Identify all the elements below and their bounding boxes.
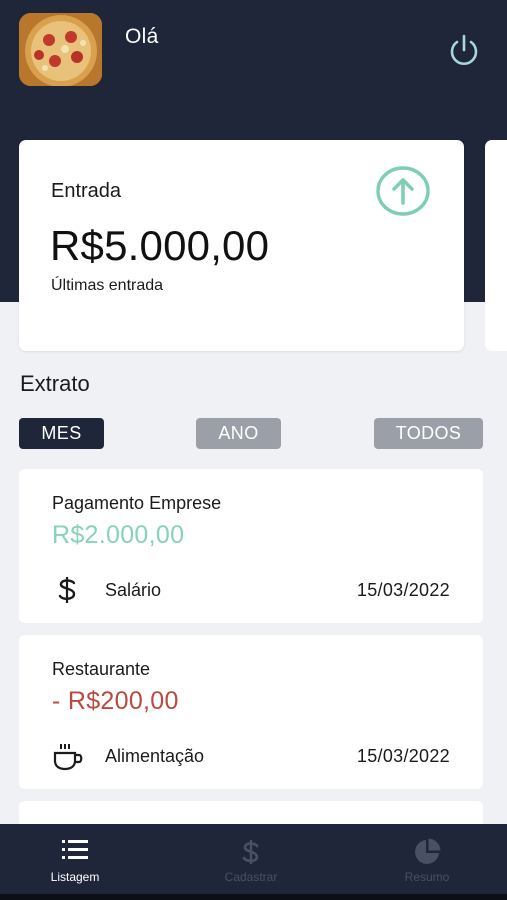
filter-ano-button[interactable]: ANO — [196, 418, 281, 449]
nav-listagem[interactable]: Listagem — [15, 824, 135, 894]
avatar[interactable] — [19, 13, 102, 86]
power-button[interactable] — [446, 32, 482, 68]
transaction-date: 15/03/2022 — [356, 580, 450, 600]
transaction-name: Restaurante — [52, 659, 151, 679]
transaction-card[interactable]: Pagamento Emprese R$2.000,00 Salário 15/… — [19, 469, 483, 623]
transaction-date: 15/03/2022 — [356, 746, 450, 766]
balance-subtitle: Últimas entrada — [51, 277, 164, 294]
greeting-text: Olá — [125, 25, 159, 48]
list-icon — [62, 840, 88, 859]
pizza-avatar-icon — [19, 13, 102, 86]
pie-chart-icon — [415, 838, 441, 864]
dollar-icon — [58, 577, 76, 603]
balance-card[interactable]: Entrada R$5.000,00 Últimas entrada — [19, 140, 464, 351]
transaction-value: R$2.000,00 — [52, 521, 185, 549]
nav-cadastrar[interactable]: Cadastrar — [191, 824, 311, 894]
arrow-up-circle-icon — [376, 166, 430, 216]
dollar-icon — [242, 840, 259, 864]
system-bar — [0, 894, 507, 900]
nav-label: Listagem — [50, 870, 100, 884]
transaction-name: Pagamento Emprese — [52, 493, 222, 513]
bottom-navigation: Listagem Cadastrar Resumo — [0, 824, 507, 894]
filter-mes-button[interactable]: MES — [19, 418, 104, 449]
balance-amount: R$5.000,00 — [50, 222, 270, 269]
nav-label: Resumo — [404, 870, 450, 884]
filter-todos-button[interactable]: TODOS — [374, 418, 483, 449]
nav-resumo[interactable]: Resumo — [367, 824, 487, 894]
coffee-icon — [53, 744, 83, 771]
transaction-card[interactable]: Restaurante - R$200,00 Alimentação 15/03… — [19, 635, 483, 789]
statement-title: Extrato — [20, 371, 90, 396]
transaction-category: Alimentação — [105, 746, 205, 766]
nav-label: Cadastrar — [224, 870, 278, 884]
transaction-value: - R$200,00 — [52, 687, 179, 715]
transaction-category: Salário — [105, 580, 162, 600]
power-icon — [450, 34, 478, 65]
next-card-peek[interactable] — [485, 140, 507, 351]
balance-card-title: Entrada — [51, 180, 122, 202]
